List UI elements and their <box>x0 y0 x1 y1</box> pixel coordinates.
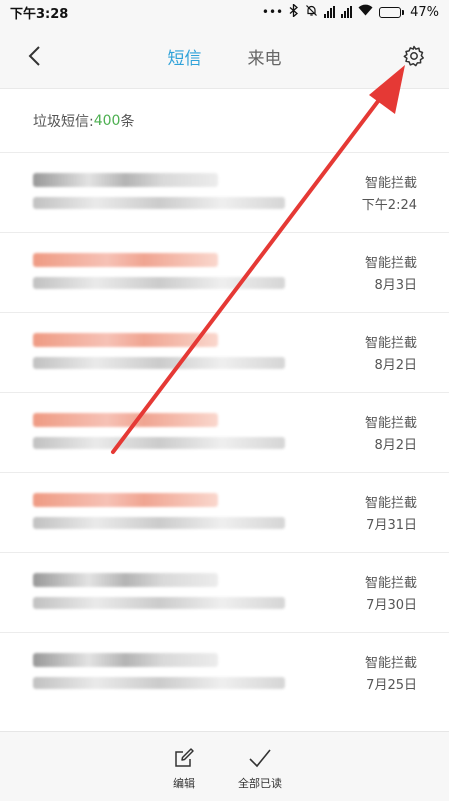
message-time: 7月31日 <box>366 518 417 533</box>
message-row[interactable]: 智能拦截 下午2:24 <box>0 152 449 232</box>
checkmark-icon <box>246 744 274 772</box>
signal-icon-2 <box>341 6 353 18</box>
settings-button[interactable] <box>399 41 429 71</box>
spam-count: 400 <box>93 112 121 129</box>
gear-icon <box>403 45 424 67</box>
preview-redacted <box>33 677 285 689</box>
preview-redacted <box>33 437 285 449</box>
tab-bar: 短信 来电 <box>0 24 449 88</box>
message-time: 8月2日 <box>374 438 417 453</box>
mark-all-read-label: 全部已读 <box>238 777 282 790</box>
bluetooth-icon <box>289 2 299 21</box>
summary-prefix: 垃圾短信: <box>33 113 94 130</box>
preview-redacted <box>33 597 285 609</box>
message-time: 8月2日 <box>374 358 417 373</box>
sender-redacted <box>33 573 218 587</box>
sender-redacted <box>33 493 218 507</box>
block-tag: 智能拦截 <box>364 256 417 271</box>
battery-icon <box>379 6 405 18</box>
edit-label: 编辑 <box>173 777 195 790</box>
block-tag: 智能拦截 <box>364 336 417 351</box>
row-meta: 智能拦截 8月2日 <box>365 413 417 457</box>
tab-sms[interactable]: 短信 <box>168 44 202 69</box>
mark-all-read-button[interactable]: 全部已读 <box>238 744 282 791</box>
block-tag: 智能拦截 <box>364 576 417 591</box>
sender-redacted <box>33 653 218 667</box>
message-row[interactable]: 智能拦截 7月30日 <box>0 552 449 632</box>
message-row[interactable]: 智能拦截 8月2日 <box>0 392 449 472</box>
message-row[interactable]: 智能拦截 8月3日 <box>0 232 449 312</box>
battery-percent: 47% <box>410 4 439 20</box>
preview-redacted <box>33 277 285 289</box>
spam-summary: 垃圾短信: 400 条 <box>0 88 449 152</box>
sender-redacted <box>33 253 218 267</box>
status-time: 下午3:28 <box>10 6 69 22</box>
preview-redacted <box>33 197 285 209</box>
status-bar: 下午3:28 ••• 47% <box>0 0 449 24</box>
row-meta: 智能拦截 8月2日 <box>365 333 417 377</box>
block-tag: 智能拦截 <box>364 656 417 671</box>
row-meta: 智能拦截 7月30日 <box>365 573 417 617</box>
row-meta: 智能拦截 7月25日 <box>365 653 417 697</box>
tab-calls[interactable]: 来电 <box>248 44 282 69</box>
message-time: 8月3日 <box>374 278 417 293</box>
row-meta: 智能拦截 7月31日 <box>365 493 417 537</box>
more-dots-icon: ••• <box>261 5 284 19</box>
message-time: 下午2:24 <box>361 198 417 213</box>
silent-bell-icon <box>305 4 318 21</box>
row-meta: 智能拦截 下午2:24 <box>362 173 417 217</box>
wifi-icon <box>358 4 373 20</box>
block-tag: 智能拦截 <box>364 416 417 431</box>
edit-icon <box>170 744 198 772</box>
edit-button[interactable]: 编辑 <box>170 744 198 791</box>
sender-redacted <box>33 333 218 347</box>
block-tag: 智能拦截 <box>364 176 417 191</box>
message-row[interactable]: 智能拦截 7月25日 <box>0 632 449 712</box>
message-list: 智能拦截 下午2:24 智能拦截 8月3日 智能拦截 8月2日 智能拦截 8月2… <box>0 152 449 712</box>
top-nav: 短信 来电 <box>0 24 449 88</box>
message-row[interactable]: 智能拦截 8月2日 <box>0 312 449 392</box>
preview-redacted <box>33 357 285 369</box>
message-time: 7月25日 <box>366 678 417 693</box>
message-row[interactable]: 智能拦截 7月31日 <box>0 472 449 552</box>
message-time: 7月30日 <box>366 598 417 613</box>
sender-redacted <box>33 173 218 187</box>
row-meta: 智能拦截 8月3日 <box>365 253 417 297</box>
signal-icon <box>324 6 336 18</box>
bottom-action-bar: 编辑 全部已读 <box>0 731 449 801</box>
block-tag: 智能拦截 <box>364 496 417 511</box>
preview-redacted <box>33 517 285 529</box>
summary-suffix: 条 <box>120 113 135 130</box>
sender-redacted <box>33 413 218 427</box>
status-icons: ••• 47% <box>261 2 439 21</box>
